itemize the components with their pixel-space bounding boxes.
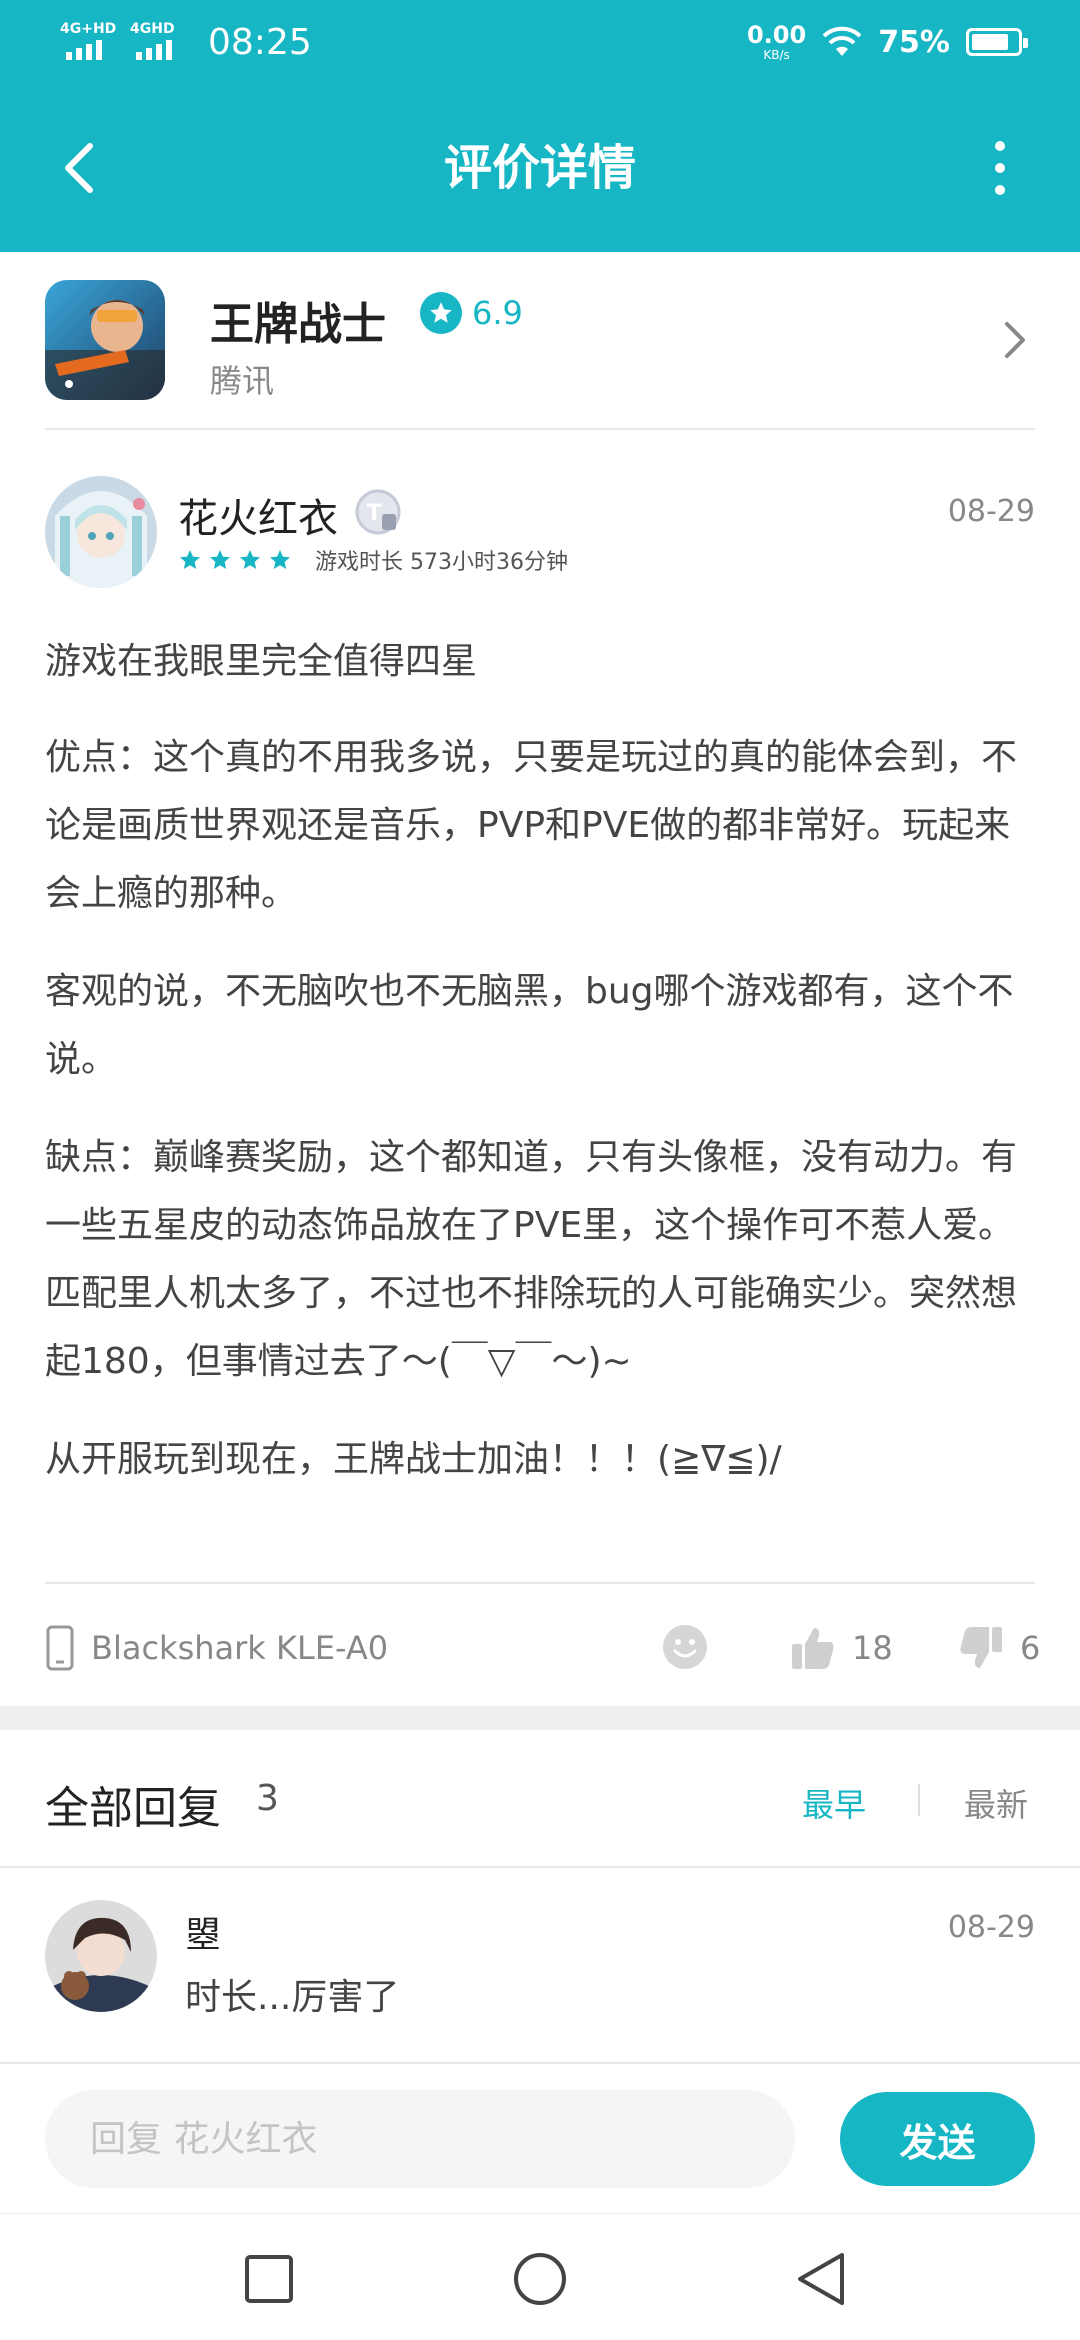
divider [0, 1866, 1080, 1868]
thumbs-down-icon [960, 1627, 1002, 1668]
section-separator [0, 1706, 1080, 1730]
review-paragraph: 缺点：巅峰赛奖励，这个都知道，只有头像框，没有动力。有一些五星皮的动态饰品放在了… [45, 1137, 1018, 1382]
system-nav-bar [0, 2214, 1080, 2340]
reviewer-avatar[interactable] [45, 476, 157, 588]
net-speed-unit: KB/s [763, 48, 790, 62]
like-count: 18 [852, 1629, 893, 1667]
status-left: 4G+HD 4GHD 08:25 [60, 18, 312, 66]
divider [45, 428, 1035, 430]
review-paragraph: 优点：这个真的不用我多说，只要是玩过的真的能体会到，不论是画质世界观还是音乐，P… [45, 737, 1018, 914]
review-stars [178, 548, 292, 572]
net-speed-value: 0.00 [746, 21, 807, 49]
review-paragraph: 从开服玩到现在，王牌战士加油！！！(≧∇≦)/ [45, 1439, 782, 1480]
reply-user-name[interactable]: 曌 [185, 1906, 221, 1958]
divider [45, 1582, 1035, 1584]
star-icon [210, 550, 230, 569]
clock: 08:25 [208, 21, 312, 63]
battery-icon [966, 28, 1028, 56]
play-time: 游戏时长 573小时36分钟 [315, 550, 568, 575]
star-badge-icon [420, 292, 462, 334]
home-button[interactable] [505, 2244, 575, 2314]
reply-text: 时长...厉害了 [185, 1977, 400, 2018]
star-icon [180, 550, 200, 569]
more-vertical-icon [995, 141, 1005, 151]
sim1-tag: 4G+HD [60, 21, 117, 37]
sort-divider [918, 1784, 920, 1816]
back-nav-button[interactable] [786, 2244, 856, 2314]
star-icon [270, 550, 290, 569]
phone-icon [46, 1625, 74, 1671]
review-date: 08-29 [947, 494, 1035, 529]
net-speed: 0.00 KB/s [747, 23, 806, 61]
dislike-button[interactable]: 6 [958, 1618, 1040, 1678]
game-name: 王牌战士 [210, 299, 386, 350]
dislike-count: 6 [1020, 1629, 1041, 1667]
sort-earliest-tab[interactable]: 最早 [802, 1780, 866, 1826]
device-info: Blackshark KLE-A0 [45, 1618, 388, 1678]
reply-input[interactable] [45, 2090, 795, 2188]
sort-newest-tab[interactable]: 最新 [964, 1780, 1028, 1826]
star-icon [240, 550, 260, 569]
chevron-right-icon [1005, 322, 1025, 358]
review-body: 游戏在我眼里完全值得四星 优点：这个真的不用我多说，只要是玩过的真的能体会到，不… [45, 628, 1035, 1524]
title-bar: 评价详情 [0, 84, 1080, 252]
signal-icon: 4GHD [130, 22, 186, 62]
thumbs-up-icon [792, 1628, 834, 1669]
replies-count: 3 [256, 1778, 279, 1819]
reply-date: 08-29 [947, 1910, 1035, 1945]
reply-avatar[interactable] [45, 1900, 157, 2012]
page-title: 评价详情 [443, 140, 636, 196]
battery-percent: 75% [878, 24, 950, 60]
game-developer: 腾讯 [210, 362, 275, 400]
review-paragraph: 客观的说，不无脑吹也不无脑黑，bug哪个游戏都有，这个不说。 [45, 971, 1014, 1080]
replies-title: 全部回复 [45, 1783, 221, 1834]
reply-composer: 发送 [0, 2064, 1080, 2214]
status-right: 0.00 KB/s 75% [747, 18, 1028, 66]
game-icon [45, 280, 165, 400]
rating-score: 6.9 [472, 294, 523, 332]
square-icon [245, 2255, 293, 2303]
recents-button[interactable] [234, 2244, 304, 2314]
circle-icon [514, 2253, 566, 2305]
device-name: Blackshark KLE-A0 [91, 1629, 389, 1667]
reviewer-name[interactable]: 花火红衣 [178, 486, 338, 544]
emoji-icon[interactable] [660, 1622, 710, 1672]
more-button[interactable] [960, 128, 1040, 208]
triangle-back-icon [798, 2253, 844, 2305]
signal-icon: 4G+HD [60, 22, 116, 62]
like-button[interactable]: 18 [790, 1618, 893, 1678]
wifi-icon [822, 26, 862, 56]
sim2-tag: 4GHD [130, 21, 175, 37]
status-bar: 4G+HD 4GHD 08:25 0.00 KB/s 75% [0, 0, 1080, 84]
svg-text:T: T [366, 501, 381, 526]
level-badge-icon: T [355, 489, 401, 535]
game-rating: 6.9 [420, 292, 523, 334]
game-header[interactable]: 王牌战士 6.9 腾讯 [0, 252, 1080, 430]
send-button[interactable]: 发送 [840, 2092, 1035, 2186]
review-paragraph: 游戏在我眼里完全值得四星 [45, 641, 478, 682]
